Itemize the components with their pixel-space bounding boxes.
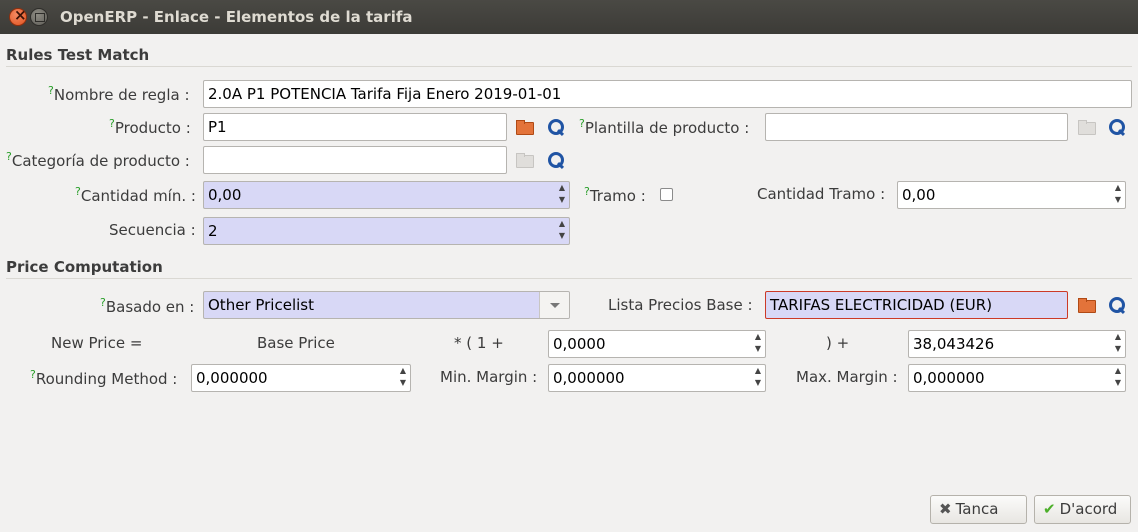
min-margin-label: Min. Margin : xyxy=(440,368,538,386)
new-price-label: New Price = xyxy=(51,334,143,352)
basado-value: Other Pricelist xyxy=(208,296,314,314)
cantidad-min-value: 0,00 xyxy=(208,186,242,204)
minimize-window-button[interactable] xyxy=(30,8,48,26)
close-plus-label: ) + xyxy=(826,334,850,352)
plantilla-search-icon[interactable] xyxy=(1107,117,1127,137)
rounding-value: 0,000000 xyxy=(196,369,268,387)
producto-input[interactable]: P1 xyxy=(203,113,507,141)
rounding-label: ?Rounding Method : xyxy=(30,368,177,388)
max-margin-value: 0,000000 xyxy=(913,369,985,387)
cantidad-tramo-value: 0,00 xyxy=(902,186,936,204)
categoria-search-icon[interactable] xyxy=(546,150,566,170)
tramo-checkbox[interactable] xyxy=(660,188,673,201)
lista-label: Lista Precios Base : xyxy=(608,296,753,314)
nombre-label-text: Nombre de regla : xyxy=(53,86,190,104)
producto-search-icon[interactable] xyxy=(546,117,566,137)
cantidad-tramo-input[interactable]: 0,00 ▲ ▼ xyxy=(897,181,1126,209)
cantidad-min-input[interactable]: 0,00 ▲ ▼ xyxy=(203,181,570,209)
lista-search-icon[interactable] xyxy=(1107,295,1127,315)
close-window-button[interactable] xyxy=(9,6,27,26)
spin-arrows-icon[interactable]: ▲ ▼ xyxy=(1111,331,1125,357)
nombre-input[interactable]: 2.0A P1 POTENCIA Tarifa Fija Enero 2019-… xyxy=(203,80,1132,108)
categoria-label: ?Categoría de producto : xyxy=(6,150,190,170)
basado-label-text: Basado en : xyxy=(105,298,195,316)
ok-button[interactable]: ✔ D'acord xyxy=(1034,495,1131,524)
min-margin-input[interactable]: 0,000000 ▲ ▼ xyxy=(548,364,766,392)
chevron-down-icon[interactable] xyxy=(539,292,569,318)
basado-select[interactable]: Other Pricelist xyxy=(203,291,570,319)
window-title: OpenERP - Enlace - Elementos de la tarif… xyxy=(60,8,413,26)
plantilla-label: ?Plantilla de producto : xyxy=(579,117,749,137)
spin-arrows-icon[interactable]: ▲ ▼ xyxy=(751,331,765,357)
plantilla-label-text: Plantilla de producto : xyxy=(584,119,750,137)
cancel-button-label: Tanca xyxy=(955,500,999,518)
spin-arrows-icon[interactable]: ▲ ▼ xyxy=(555,218,569,244)
window-titlebar: OpenERP - Enlace - Elementos de la tarif… xyxy=(0,0,1138,34)
max-margin-label: Max. Margin : xyxy=(796,368,898,386)
tramo-label-text: Tramo : xyxy=(589,187,646,205)
producto-label: ?Producto : xyxy=(109,117,191,137)
min-margin-value: 0,000000 xyxy=(553,369,625,387)
categoria-open-folder-icon[interactable] xyxy=(514,150,534,170)
section-rules-title: Rules Test Match xyxy=(6,46,150,64)
lista-input[interactable]: TARIFAS ELECTRICIDAD (EUR) xyxy=(765,291,1068,319)
plantilla-input[interactable] xyxy=(765,113,1068,141)
lista-open-folder-icon[interactable] xyxy=(1076,295,1096,315)
spin-arrows-icon[interactable]: ▲ ▼ xyxy=(555,182,569,208)
section-price-title: Price Computation xyxy=(6,258,163,276)
section-divider xyxy=(6,66,1132,67)
cantidad-tramo-label: Cantidad Tramo : xyxy=(757,185,886,203)
multiply-label: * ( 1 + xyxy=(454,334,504,352)
plantilla-open-folder-icon[interactable] xyxy=(1076,117,1096,137)
discount-value: 0,0000 xyxy=(553,335,606,353)
spin-arrows-icon[interactable]: ▲ ▼ xyxy=(1111,182,1125,208)
max-margin-input[interactable]: 0,000000 ▲ ▼ xyxy=(908,364,1126,392)
secuencia-label: Secuencia : xyxy=(109,221,196,239)
cancel-button[interactable]: ✖ Tanca xyxy=(930,495,1027,524)
surcharge-value: 38,043426 xyxy=(913,335,995,353)
tramo-label: ?Tramo : xyxy=(584,185,646,205)
discount-input[interactable]: 0,0000 ▲ ▼ xyxy=(548,330,766,358)
rounding-label-text: Rounding Method : xyxy=(35,370,178,388)
cantidad-label-text: Cantidad mín. : xyxy=(80,187,196,205)
rounding-input[interactable]: 0,000000 ▲ ▼ xyxy=(191,364,411,392)
section-divider xyxy=(6,278,1132,279)
spin-arrows-icon[interactable]: ▲ ▼ xyxy=(396,365,410,391)
ok-button-label: D'acord xyxy=(1059,500,1118,518)
check-icon: ✔ xyxy=(1043,500,1056,518)
close-icon: ✖ xyxy=(939,500,952,518)
secuencia-value: 2 xyxy=(208,222,218,240)
categoria-label-text: Categoría de producto : xyxy=(11,152,190,170)
spin-arrows-icon[interactable]: ▲ ▼ xyxy=(751,365,765,391)
producto-label-text: Producto : xyxy=(114,119,191,137)
secuencia-input[interactable]: 2 ▲ ▼ xyxy=(203,217,570,245)
producto-open-folder-icon[interactable] xyxy=(514,117,534,137)
nombre-label: ?Nombre de regla : xyxy=(48,84,190,104)
categoria-input[interactable] xyxy=(203,146,507,174)
spin-arrows-icon[interactable]: ▲ ▼ xyxy=(1111,365,1125,391)
basado-label: ?Basado en : xyxy=(100,296,194,316)
base-price-label: Base Price xyxy=(257,334,335,352)
cantidad-label: ?Cantidad mín. : xyxy=(75,185,196,205)
surcharge-input[interactable]: 38,043426 ▲ ▼ xyxy=(908,330,1126,358)
